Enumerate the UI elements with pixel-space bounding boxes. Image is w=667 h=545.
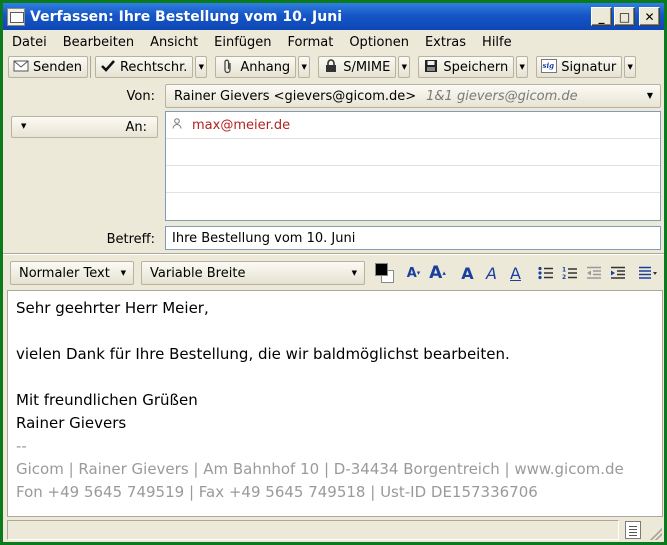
attach-button[interactable]: Anhang [215, 56, 297, 78]
bullet-list-icon[interactable] [534, 261, 557, 285]
spellcheck-button[interactable]: Rechtschr. [94, 56, 194, 78]
body-line: vielen Dank für Ihre Bestellung, die wir… [16, 345, 510, 363]
smime-label: S/MIME [343, 59, 391, 75]
svg-text:1: 1 [562, 267, 566, 274]
spellcheck-dropdown[interactable]: ▼ [195, 56, 208, 78]
address-header: Von: Rainer Gievers <gievers@gicom.de> 1… [3, 81, 664, 253]
window-title: Verfassen: Ihre Bestellung vom 10. Juni [30, 8, 342, 25]
outdent-icon[interactable] [582, 261, 605, 285]
indent-icon[interactable] [606, 261, 629, 285]
subject-input[interactable]: Ihre Bestellung vom 10. Juni [165, 226, 661, 250]
send-button[interactable]: Senden [8, 56, 88, 78]
send-icon [13, 59, 29, 75]
spellcheck-label: Rechtschr. [119, 59, 188, 75]
window-controls: _ □ ✕ [591, 7, 660, 26]
recipient-address[interactable]: max@meier.de [192, 118, 290, 133]
smime-dropdown[interactable]: ▼ [398, 56, 411, 78]
body-sender-name: Rainer Gievers [16, 414, 127, 432]
chevron-down-icon: ▼ [646, 91, 653, 100]
body-greeting: Sehr geehrter Herr Meier, [16, 299, 209, 317]
paperclip-icon [220, 59, 236, 75]
from-label: Von: [126, 89, 155, 104]
font-select[interactable]: Variable Breite ▼ [141, 261, 365, 285]
smime-button[interactable]: S/MIME [318, 56, 397, 78]
menu-hilfe[interactable]: Hilfe [474, 35, 520, 50]
attach-dropdown[interactable]: ▼ [298, 56, 311, 78]
from-select[interactable]: Rainer Gievers <gievers@gicom.de> 1&1 gi… [165, 84, 661, 108]
menu-bar: Datei Bearbeiten Ansicht Einfügen Format… [3, 31, 664, 53]
menu-optionen[interactable]: Optionen [341, 35, 417, 50]
recipient-row[interactable] [166, 193, 660, 220]
svg-text:2: 2 [562, 274, 566, 280]
menu-extras[interactable]: Extras [417, 35, 474, 50]
signature-separator: -- [16, 437, 27, 455]
chevron-down-icon: ▼ [120, 269, 126, 277]
subject-label: Betreff: [106, 232, 155, 247]
svg-text:sig: sig [543, 61, 555, 70]
recipient-type-select[interactable]: ▼ An: [11, 116, 158, 138]
recipient-row[interactable] [166, 139, 660, 166]
checkmark-icon [100, 59, 116, 75]
paragraph-style-value: Normaler Text [19, 265, 110, 281]
recipient-row[interactable]: max@meier.de [166, 112, 660, 139]
chevron-down-icon: ▼ [21, 122, 27, 130]
compose-envelope-icon [7, 7, 25, 26]
lock-icon [323, 59, 339, 75]
main-toolbar: Senden Rechtschr. ▼ Anhang ▼ S/MIME ▼ Sp… [3, 53, 664, 81]
status-text [7, 520, 619, 540]
menu-format[interactable]: Format [280, 35, 342, 50]
bold-icon[interactable]: A [456, 261, 479, 285]
font-value: Variable Breite [150, 265, 246, 281]
toolbar-separator [89, 56, 91, 78]
status-bar [3, 519, 664, 542]
document-icon [625, 521, 641, 539]
menu-bearbeiten[interactable]: Bearbeiten [55, 35, 142, 50]
chevron-down-icon: ▼ [351, 269, 357, 277]
text-color-picker[interactable] [372, 260, 396, 286]
menu-datei[interactable]: Datei [3, 35, 55, 50]
save-dropdown[interactable]: ▼ [516, 56, 529, 78]
from-value: Rainer Gievers <gievers@gicom.de> [174, 88, 417, 104]
minimize-button[interactable]: _ [591, 7, 612, 26]
signature-line: Fon +49 5645 749519 | Fax +49 5645 74951… [16, 483, 538, 501]
font-smaller-icon[interactable]: A ▾ [402, 261, 425, 285]
send-label: Senden [33, 59, 82, 75]
message-body-editor[interactable]: Sehr geehrter Herr Meier, vielen Dank fü… [7, 290, 663, 517]
person-icon [172, 118, 186, 132]
signature-dropdown[interactable]: ▼ [624, 56, 637, 78]
underline-icon[interactable]: A [504, 261, 527, 285]
font-larger-icon[interactable]: A ▴ [426, 261, 449, 285]
signature-icon: sig [541, 59, 558, 75]
recipient-row[interactable] [166, 166, 660, 193]
body-closing: Mit freundlichen Grüßen [16, 391, 198, 409]
from-identity: 1&1 gievers@gicom.de [426, 88, 578, 104]
paragraph-style-select[interactable]: Normaler Text ▼ [10, 261, 134, 285]
maximize-button[interactable]: □ [614, 7, 635, 26]
recipient-list[interactable]: max@meier.de [165, 111, 661, 221]
signature-button[interactable]: sig Signatur [536, 56, 623, 78]
floppy-disk-icon [423, 59, 439, 75]
menu-ansicht[interactable]: Ansicht [142, 35, 206, 50]
foreground-color-swatch[interactable] [375, 263, 388, 276]
numbered-list-icon[interactable]: 12 [558, 261, 581, 285]
header-splitter[interactable] [3, 253, 664, 255]
signature-label: Signatur [561, 59, 617, 75]
to-label: An: [125, 120, 147, 135]
save-button[interactable]: Speichern [418, 56, 515, 78]
attach-label: Anhang [240, 59, 291, 75]
menu-einfuegen[interactable]: Einfügen [206, 35, 279, 50]
format-toolbar: Normaler Text ▼ Variable Breite ▼ A ▾ A ▴ … [3, 257, 664, 289]
italic-icon[interactable]: A [480, 261, 503, 285]
title-bar: Verfassen: Ihre Bestellung vom 10. Juni … [3, 3, 664, 30]
save-label: Speichern [443, 59, 509, 75]
resize-grip[interactable] [650, 528, 662, 540]
align-menu-icon[interactable] [636, 261, 659, 285]
compose-window: Verfassen: Ihre Bestellung vom 10. Juni … [0, 0, 667, 545]
close-button[interactable]: ✕ [639, 7, 660, 26]
signature-line: Gicom | Rainer Gievers | Am Bahnhof 10 |… [16, 460, 624, 478]
